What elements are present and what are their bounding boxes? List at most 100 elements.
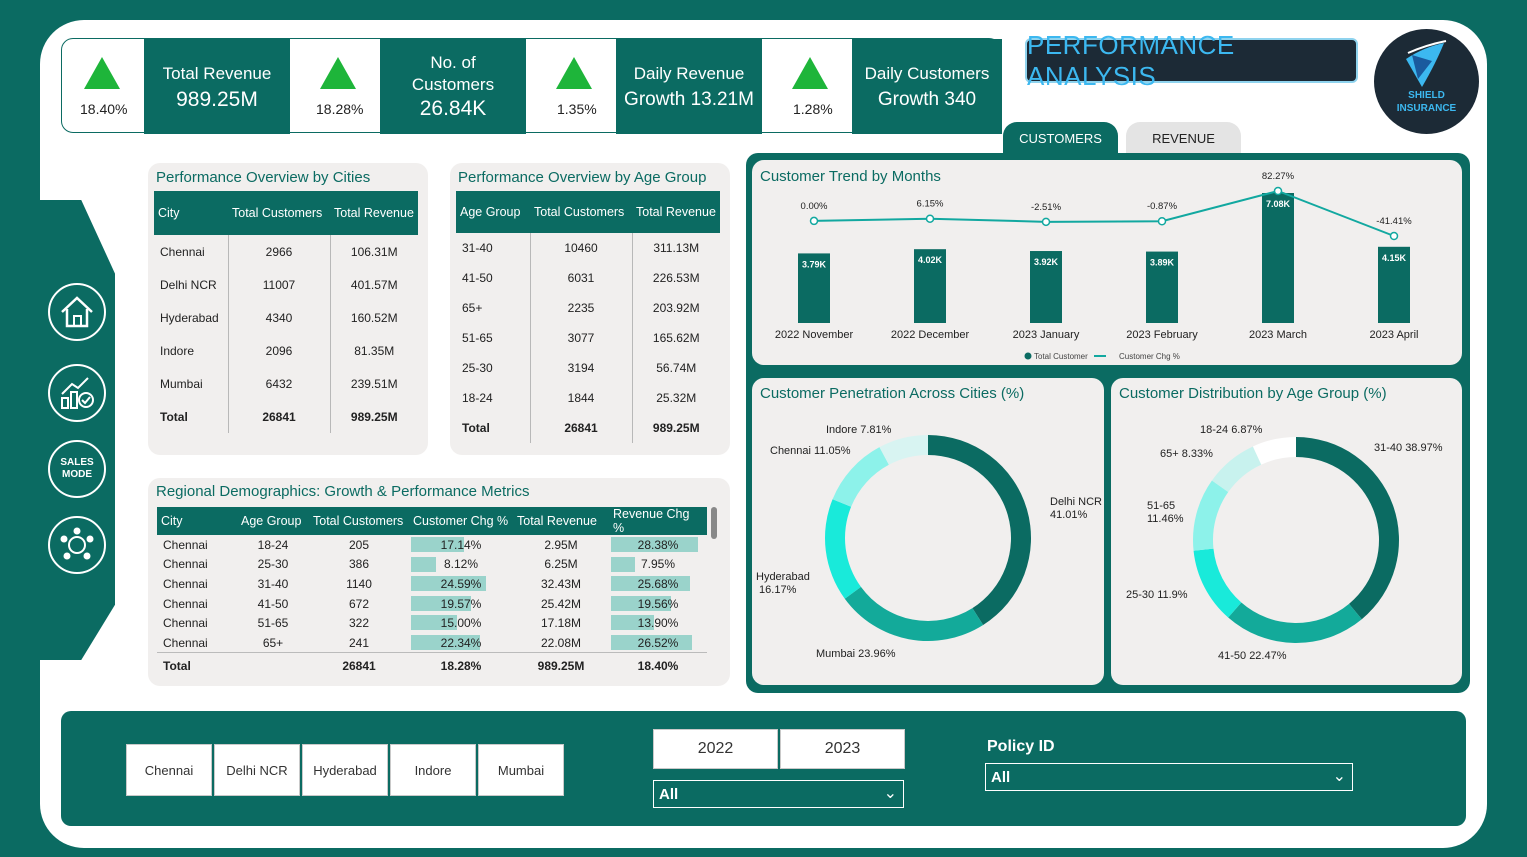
policy-dropdown[interactable]: All ⌄: [985, 763, 1353, 791]
table-row[interactable]: 41-50 6031 226.53M: [456, 263, 720, 293]
home-nav-button[interactable]: [48, 283, 106, 341]
distribution-panel: Customer Distribution by Age Group (%) 3…: [1111, 378, 1462, 685]
col-header[interactable]: Age Group: [237, 507, 309, 535]
city-filter-hyderabad[interactable]: Hyderabad: [302, 744, 388, 796]
table-row[interactable]: Chennai 2966 106.31M: [154, 235, 418, 268]
table-cell: 989.25M: [652, 421, 700, 435]
analytics-nav-button[interactable]: [48, 364, 106, 422]
x-tick-label: 2023 March: [1249, 329, 1307, 341]
table-cell: 2966: [228, 235, 331, 268]
table-row[interactable]: Chennai 25-30 386 8.12% 6.25M 7.95%: [157, 555, 707, 575]
table-row[interactable]: Chennai 31-40 1140 24.59% 32.43M 25.68%: [157, 574, 707, 594]
table-row[interactable]: Mumbai 6432 239.51M: [154, 367, 418, 400]
table-row[interactable]: 65+ 2235 203.92M: [456, 293, 720, 323]
x-tick-label: 2023 January: [1013, 329, 1080, 341]
table-row[interactable]: Chennai 51-65 322 15.00% 17.18M 13.90%: [157, 613, 707, 633]
slice-label: Mumbai 23.96%: [816, 648, 896, 660]
col-header[interactable]: Total Revenue: [632, 191, 720, 233]
col-header[interactable]: City: [157, 507, 237, 535]
table-row[interactable]: 25-30 3194 56.74M: [456, 353, 720, 383]
kpi-pct: 18.28%: [316, 101, 364, 117]
kpi-pct: 1.28%: [793, 101, 833, 117]
city-filter-chennai[interactable]: Chennai: [126, 744, 212, 796]
col-header[interactable]: Revenue Chg %: [609, 507, 707, 535]
table-cell: 2235: [530, 293, 633, 323]
col-header[interactable]: Total Customers: [228, 191, 330, 235]
col-header[interactable]: Total Customers: [309, 507, 409, 535]
table-row[interactable]: Chennai 41-50 672 19.57% 25.42M 19.56%: [157, 594, 707, 614]
table-cell: 7.95%: [609, 555, 707, 575]
legend-label: Total Customer: [1034, 352, 1088, 361]
bar-data-label: 3.89K: [1150, 258, 1175, 268]
line-data-label: 82.27%: [1262, 171, 1295, 182]
table-row[interactable]: Chennai 65+ 241 22.34% 22.08M 26.52%: [157, 633, 707, 653]
bar-value: 28.38%: [637, 537, 679, 552]
bar-data-label: 4.15K: [1382, 253, 1407, 263]
data-bar: [611, 556, 636, 572]
col-header[interactable]: City: [154, 191, 228, 235]
home-icon: [61, 296, 93, 328]
penetration-panel: Customer Penetration Across Cities (%) D…: [752, 378, 1104, 685]
kpi-pct: 1.35%: [557, 101, 597, 117]
table-cell: 41-50: [257, 596, 289, 611]
company-logo: SHIELD INSURANCE: [1374, 29, 1479, 134]
kpi-value: 26.84K: [419, 96, 487, 120]
table-row[interactable]: 51-65 3077 165.62M: [456, 323, 720, 353]
trend-panel: Customer Trend by Months 3.79K 2022 Novem…: [752, 160, 1462, 365]
table-row[interactable]: Chennai 18-24 205 17.14% 2.95M 28.38%: [157, 535, 707, 555]
table-cell: Chennai: [163, 616, 208, 631]
distribution-donut: 31-40 38.97% 41-50 22.47% 25-30 11.9% 51-65…: [1126, 424, 1443, 662]
table-cell: Hyderabad: [154, 301, 229, 334]
bar-value: 13.90%: [637, 616, 679, 631]
team-nav-button[interactable]: [48, 516, 106, 574]
table-cell: Chennai: [154, 235, 229, 268]
table-row[interactable]: 18-24 1844 25.32M: [456, 383, 720, 413]
col-header[interactable]: Customer Chg %: [409, 507, 513, 535]
table-row[interactable]: Indore 2096 81.35M: [154, 334, 418, 367]
bar-data-label: 4.02K: [918, 255, 943, 265]
year-dropdown[interactable]: All ⌄: [653, 780, 904, 808]
up-arrow-icon: [556, 57, 592, 89]
table-cell: 25-30: [456, 353, 531, 383]
sales-mode-button[interactable]: SALES MODE: [48, 440, 106, 498]
col-header[interactable]: Total Revenue: [330, 191, 418, 235]
tab-customers[interactable]: CUSTOMERS: [1003, 122, 1118, 155]
col-header[interactable]: Total Customers: [530, 191, 632, 233]
table-row[interactable]: Hyderabad 4340 160.52M: [154, 301, 418, 334]
table-cell: 1140: [346, 576, 372, 591]
tab-revenue[interactable]: REVENUE: [1126, 122, 1241, 155]
kpi-value-box: Daily Customers Growth 340: [852, 39, 1002, 134]
table-cell: Total: [163, 658, 191, 673]
year-filter-2023[interactable]: 2023: [780, 729, 905, 769]
table-cell: 989.25M: [350, 409, 398, 424]
table-cell: 22.08M: [540, 635, 582, 650]
table-cell: 3077: [530, 323, 633, 353]
table-cell: 239.51M: [350, 376, 398, 391]
col-header[interactable]: Total Revenue: [513, 507, 609, 535]
shield-logo-icon: [1406, 40, 1447, 87]
table-cell: 19.56%: [609, 594, 707, 614]
scrollbar[interactable]: [711, 507, 717, 539]
table-cell: 65+: [456, 293, 531, 323]
table-cell: 51-65: [257, 616, 289, 631]
donut-slice: [1193, 548, 1242, 618]
col-header[interactable]: Age Group: [456, 191, 530, 233]
policy-label: Policy ID: [987, 738, 1055, 755]
table-total-row: Total 26841 989.25M: [154, 400, 418, 433]
city-filter-mumbai[interactable]: Mumbai: [478, 744, 564, 796]
table-row[interactable]: Delhi NCR 11007 401.57M: [154, 268, 418, 301]
table-cell: Indore: [154, 334, 229, 367]
table-cell: 386: [348, 557, 370, 572]
city-filter-indore[interactable]: Indore: [390, 744, 476, 796]
cities-panel: Performance Overview by Cities City Tota…: [148, 163, 428, 455]
sidebar: [40, 200, 115, 660]
year-filter-2022[interactable]: 2022: [653, 729, 778, 769]
penetration-donut: Delhi NCR 41.01% Mumbai 23.96% Hyderabad 16…: [756, 424, 1102, 660]
table-row[interactable]: 31-40 10460 311.13M: [456, 233, 720, 263]
table-cell: 165.62M: [652, 331, 700, 345]
line-point: [1157, 216, 1167, 226]
table-cell: 205: [348, 537, 370, 552]
table-cell: Chennai: [163, 596, 208, 611]
table-cell: 241: [348, 635, 370, 650]
city-filter-delhi[interactable]: Delhi NCR: [214, 744, 300, 796]
